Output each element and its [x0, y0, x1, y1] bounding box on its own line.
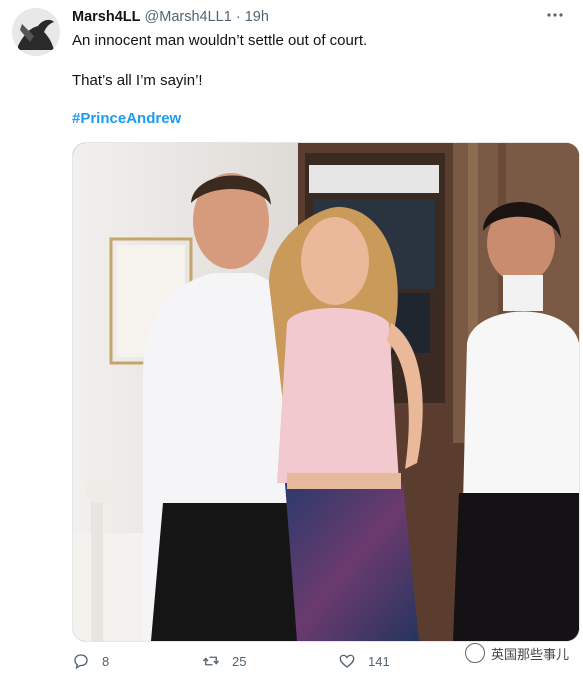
more-options-button[interactable] — [543, 6, 567, 24]
timestamp[interactable]: 19h — [245, 9, 269, 25]
reply-icon — [74, 654, 88, 670]
user-avatar[interactable] — [12, 8, 60, 56]
tweet-text-line-1: An innocent man wouldn’t settle out of c… — [72, 32, 368, 49]
wechat-icon — [464, 643, 485, 663]
retweet-count: 25 — [232, 653, 247, 669]
watermark-text: 英国那些事儿 — [490, 646, 569, 662]
like-button[interactable]: 141 — [338, 652, 390, 670]
tweet-photo[interactable] — [72, 142, 580, 642]
tweet-header: Marsh4LL @Marsh4LL1 · 19h — [72, 9, 269, 25]
reply-button[interactable]: 8 — [72, 652, 109, 670]
tweet[interactable]: Marsh4LL @Marsh4LL1 · 19h An innocent ma… — [0, 0, 583, 679]
wechat-watermark: 英国那些事儿 — [464, 643, 569, 663]
retweet-icon — [202, 656, 220, 666]
reply-count: 8 — [102, 653, 110, 669]
tweet-text-line-2: That’s all I’m sayin’! — [72, 72, 203, 89]
display-name[interactable]: Marsh4LL — [72, 9, 141, 25]
separator-dot: · — [235, 9, 241, 25]
hashtag-link[interactable]: #PrinceAndrew — [72, 110, 181, 127]
avatar-image — [12, 8, 60, 56]
retweet-button[interactable]: 25 — [202, 652, 246, 670]
more-horizontal-icon — [547, 13, 563, 17]
heart-icon — [339, 654, 355, 668]
photo-image — [73, 143, 579, 641]
like-count: 141 — [368, 653, 390, 669]
user-handle[interactable]: @Marsh4LL1 — [145, 9, 232, 25]
